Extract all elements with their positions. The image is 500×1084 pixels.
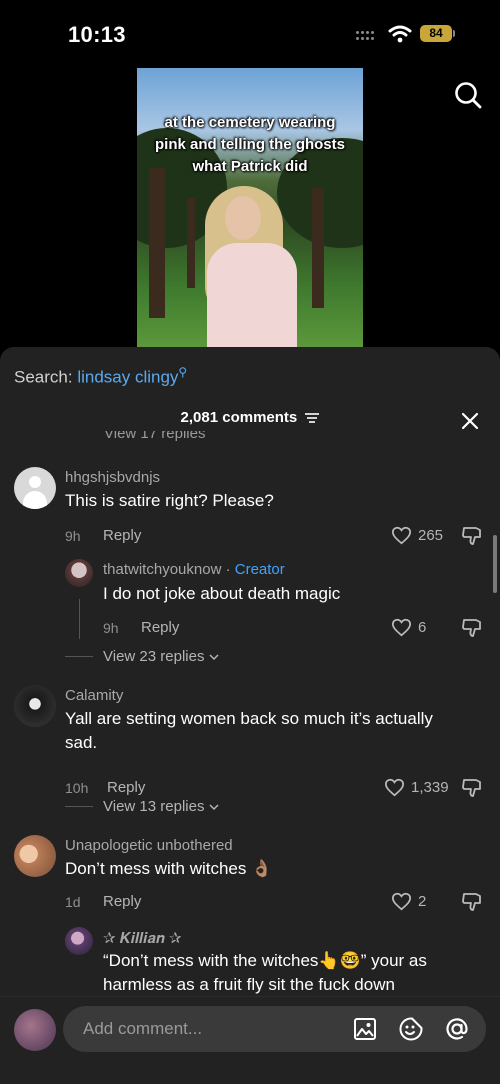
avatar[interactable]	[14, 835, 56, 877]
comment-text: Yall are setting women back so much it’s…	[65, 709, 433, 728]
comment-time: 10h	[65, 780, 89, 796]
like-button[interactable]: 2	[391, 892, 426, 911]
reply-button[interactable]: Reply	[141, 619, 179, 636]
avatar[interactable]	[14, 685, 56, 727]
comments-header: 2,081 comments	[0, 409, 500, 426]
avatar[interactable]	[65, 927, 93, 955]
like-count: 1,339	[411, 779, 449, 796]
search-icon[interactable]	[453, 80, 483, 110]
status-time: 10:13	[68, 22, 126, 47]
thread-line	[79, 599, 80, 639]
chevron-down-icon	[209, 654, 219, 661]
reply-username[interactable]: thatwitchyouknow · Creator	[103, 561, 285, 578]
like-button[interactable]: 265	[391, 526, 443, 545]
reply-button[interactable]: Reply	[107, 779, 145, 796]
signal-icon	[356, 31, 380, 43]
close-icon[interactable]	[460, 411, 480, 431]
avatar[interactable]	[14, 467, 56, 509]
like-count: 265	[418, 527, 444, 544]
comment-username[interactable]: Calamity	[65, 687, 123, 704]
battery-indicator: 84	[420, 25, 452, 42]
comment-text-continued: sad.	[65, 733, 98, 752]
comment-text: I do not joke about death magic	[103, 584, 341, 603]
dislike-icon[interactable]	[461, 892, 483, 912]
scrollbar[interactable]	[493, 535, 497, 593]
comment-text: “Don’t mess with the witches👆🤓” your as	[103, 951, 427, 970]
comment-time: 1d	[65, 894, 81, 910]
video-caption: at the cemetery wearing pink and telling…	[154, 114, 345, 175]
comment-username[interactable]: hhgshjsbvdnjs	[65, 469, 160, 486]
like-count: 2	[418, 893, 427, 910]
comment-composer	[0, 996, 500, 1084]
comments-sheet: Search: lindsay clingy⚲ 2,081 comments V…	[0, 347, 500, 1084]
comment-text-continued: harmless as a fruit fly sit the fuck dow…	[103, 975, 395, 994]
like-button[interactable]: 1,339	[384, 778, 449, 797]
chevron-down-icon	[209, 804, 219, 811]
clipped-view-replies: View 17 replies	[104, 431, 206, 442]
avatar[interactable]	[65, 559, 93, 587]
reply-username[interactable]: ✰ 𝑲𝒊𝒍𝒍𝒊𝒂𝒏 ✰	[103, 929, 182, 947]
dislike-icon[interactable]	[461, 526, 483, 546]
comment-username[interactable]: Unapologetic unbothered	[65, 837, 233, 854]
status-bar: 10:13 84	[0, 0, 500, 68]
dislike-icon[interactable]	[461, 618, 483, 638]
emoji-icon[interactable]	[398, 1016, 424, 1042]
heart-icon	[391, 526, 412, 545]
heart-icon	[384, 778, 405, 797]
avatar[interactable]	[14, 1009, 56, 1051]
search-icon: ⚲	[178, 365, 188, 379]
comment-text: Don’t mess with witches 👌🏽	[65, 859, 273, 878]
wifi-icon	[388, 25, 412, 43]
battery-nub	[453, 30, 455, 37]
comment-time: 9h	[103, 620, 119, 636]
search-suggestion[interactable]: Search: lindsay clingy⚲	[14, 365, 187, 388]
comment-time: 9h	[65, 528, 81, 544]
like-button[interactable]: 6	[391, 618, 426, 637]
at-icon[interactable]	[444, 1016, 470, 1042]
like-count: 6	[418, 619, 427, 636]
creator-badge: Creator	[234, 561, 285, 578]
reply-button[interactable]: Reply	[103, 527, 141, 544]
filter-icon[interactable]	[305, 413, 320, 423]
search-term[interactable]: lindsay clingy	[77, 368, 178, 387]
view-replies-button[interactable]: View 23 replies	[103, 648, 219, 665]
reply-button[interactable]: Reply	[103, 893, 141, 910]
comment-text: This is satire right? Please?	[65, 491, 274, 510]
dislike-icon[interactable]	[461, 778, 483, 798]
heart-icon	[391, 892, 412, 911]
view-replies-button[interactable]: View 13 replies	[103, 798, 219, 815]
comment-count: 2,081 comments	[180, 409, 298, 426]
image-icon[interactable]	[352, 1016, 378, 1042]
video-player[interactable]: at the cemetery wearing pink and telling…	[137, 68, 363, 350]
heart-icon	[391, 618, 412, 637]
